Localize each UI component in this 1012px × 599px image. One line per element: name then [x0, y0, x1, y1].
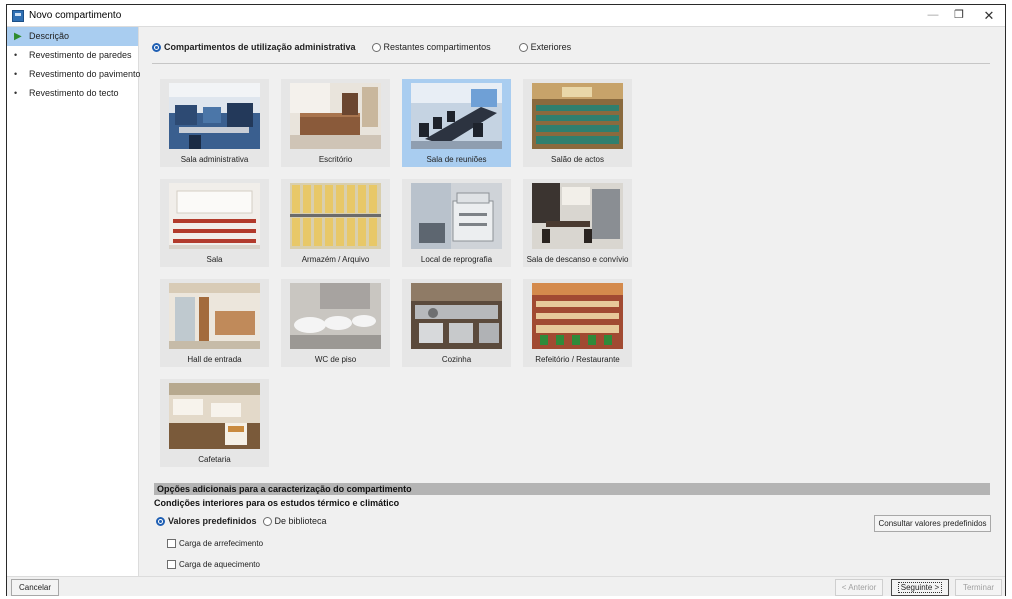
tile-label: Refeitório / Restaurante: [535, 355, 620, 364]
room-tile-local-de-reprografia[interactable]: Local de reprografia: [402, 179, 511, 267]
lobby-photo-icon: [169, 283, 260, 349]
sidebar-item-label: Revestimento do pavimento: [29, 69, 141, 79]
tile-label: Sala de descanso e convívio: [526, 255, 629, 264]
play-arrow-icon: ▶: [14, 31, 22, 42]
radio-valores-predefinidos[interactable]: Valores predefinidos: [156, 516, 257, 526]
sidebar-item-label: Revestimento do tecto: [29, 88, 119, 98]
room-tile-sala[interactable]: Sala: [160, 179, 269, 267]
room-tile-cozinha[interactable]: Cozinha: [402, 279, 511, 367]
sidebar-item-label: Descrição: [29, 31, 70, 41]
checkbox-label: Carga de arrefecimento: [179, 539, 264, 548]
coffee-cup-photo-icon: [169, 383, 260, 449]
room-tile-cafetaria[interactable]: Cafetaria: [160, 379, 269, 467]
tile-label: Cozinha: [441, 355, 472, 364]
options-section-header: Opções adicionais para a caracterização …: [154, 483, 990, 495]
radio-label: Exteriores: [530, 42, 572, 52]
tile-label: WC de piso: [314, 355, 357, 364]
classroom-photo-icon: [169, 183, 260, 249]
sidebar-item-label: Revestimento de paredes: [29, 50, 132, 60]
maximize-icon[interactable]: ❐: [947, 7, 971, 24]
next-button-label: Seguinte >: [897, 582, 943, 593]
checkbox-box[interactable]: [167, 539, 176, 548]
wizard-steps-sidebar: ▶ Descrição • Revestimento de paredes • …: [7, 27, 141, 576]
room-tile-armazem-arquivo[interactable]: Armazém / Arquivo: [281, 179, 390, 267]
radio-dot[interactable]: [371, 42, 381, 52]
room-tile-sala-de-reunioes[interactable]: Sala de reuniões: [402, 79, 511, 167]
radio-dot[interactable]: [518, 42, 528, 52]
room-tile-sala-de-descanso[interactable]: Sala de descanso e convívio: [523, 179, 632, 267]
conditions-source-radio-group: Valores predefinidos De biblioteca: [156, 516, 343, 526]
consult-defaults-button[interactable]: Consultar valores predefinidos: [874, 515, 991, 532]
tile-label: Sala administrativa: [180, 155, 249, 164]
room-tile-salao-de-actos[interactable]: Salão de actos: [523, 79, 632, 167]
checkbox-carga-aquecimento[interactable]: Carga de aquecimento: [167, 560, 260, 569]
lounge-photo-icon: [532, 183, 623, 249]
window-title: Novo compartimento: [29, 10, 122, 21]
checkbox-label: Carga de aquecimento: [179, 560, 260, 569]
radio-label: Compartimentos de utilização administrat…: [164, 42, 356, 52]
dialog-window: Novo compartimento — ❐ ✕ ▶ Descrição • R…: [6, 4, 1006, 596]
radio-label: De biblioteca: [274, 516, 327, 526]
sidebar-item-revestimento-paredes[interactable]: • Revestimento de paredes: [7, 46, 138, 65]
archive-shelves-photo-icon: [290, 183, 381, 249]
radio-exteriores[interactable]: Exteriores: [518, 42, 572, 52]
sidebar-item-revestimento-tecto[interactable]: • Revestimento do tecto: [7, 84, 138, 103]
room-tile-wc-de-piso[interactable]: WC de piso: [281, 279, 390, 367]
room-tile-refeitorio[interactable]: Refeitório / Restaurante: [523, 279, 632, 367]
separator: [152, 63, 990, 64]
tile-label: Hall de entrada: [187, 355, 242, 364]
radio-de-biblioteca[interactable]: De biblioteca: [262, 516, 327, 526]
meeting-room-photo-icon: [411, 83, 502, 149]
radio-dot[interactable]: [156, 516, 165, 526]
sidebar-item-revestimento-pavimento[interactable]: • Revestimento do pavimento: [7, 65, 141, 84]
radio-restantes[interactable]: Restantes compartimentos: [371, 42, 491, 52]
room-tile-escritorio[interactable]: Escritório: [281, 79, 390, 167]
desk-photo-icon: [290, 83, 381, 149]
room-tile-hall-de-entrada[interactable]: Hall de entrada: [160, 279, 269, 367]
close-icon[interactable]: ✕: [977, 7, 1001, 24]
cafeteria-tables-photo-icon: [532, 283, 623, 349]
room-tile-sala-administrativa[interactable]: Sala administrativa: [160, 79, 269, 167]
tile-label: Escritório: [318, 155, 353, 164]
title-bar[interactable]: Novo compartimento — ❐ ✕: [7, 5, 1005, 27]
tile-label: Sala de reuniões: [426, 155, 487, 164]
office-photo-icon: [169, 83, 260, 149]
wizard-footer: Cancelar < Anterior Seguinte > Terminar: [7, 576, 1005, 596]
checkbox-carga-arrefecimento[interactable]: Carga de arrefecimento: [167, 539, 263, 548]
main-panel: Compartimentos de utilização administrat…: [140, 27, 991, 576]
app-icon: [12, 10, 24, 22]
washroom-photo-icon: [290, 283, 381, 349]
minimize-icon[interactable]: —: [921, 7, 945, 24]
bullet-icon: •: [14, 69, 18, 79]
finish-button[interactable]: Terminar: [955, 579, 1002, 596]
radio-label: Valores predefinidos: [168, 516, 257, 526]
tile-label: Sala: [206, 255, 223, 264]
tile-label: Salão de actos: [551, 155, 604, 164]
tile-label: Cafetaria: [198, 455, 231, 464]
checkbox-box[interactable]: [167, 560, 176, 569]
previous-button[interactable]: < Anterior: [835, 579, 883, 596]
conditions-subheader: Condições interiores para os estudos tér…: [154, 498, 400, 508]
radio-administrativa[interactable]: Compartimentos de utilização administrat…: [152, 42, 356, 52]
sidebar-item-descricao[interactable]: ▶ Descrição: [7, 27, 138, 46]
kitchen-photo-icon: [411, 283, 502, 349]
category-radio-group: Compartimentos de utilização administrat…: [152, 42, 587, 52]
radio-label: Restantes compartimentos: [383, 42, 491, 52]
radio-dot[interactable]: [262, 516, 272, 526]
tile-label: Armazém / Arquivo: [301, 255, 370, 264]
bullet-icon: •: [14, 50, 18, 60]
tile-label: Local de reprografia: [420, 255, 493, 264]
auditorium-photo-icon: [532, 83, 623, 149]
bullet-icon: •: [14, 88, 18, 98]
next-button[interactable]: Seguinte >: [891, 579, 949, 596]
cancel-button[interactable]: Cancelar: [11, 579, 59, 596]
radio-dot[interactable]: [152, 42, 161, 52]
copier-photo-icon: [411, 183, 502, 249]
